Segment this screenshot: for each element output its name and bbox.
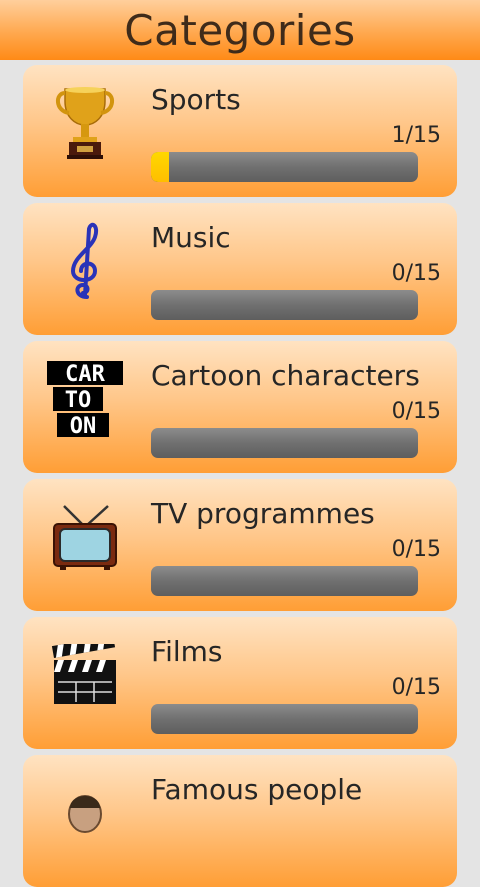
progress-count: 0/15 — [391, 675, 441, 700]
progress-bar — [151, 152, 418, 182]
television-icon — [45, 497, 125, 577]
clapperboard-icon — [45, 635, 125, 715]
person-icon — [45, 773, 125, 853]
progress-bar — [151, 428, 418, 458]
category-label: TV programmes — [151, 497, 375, 530]
progress-count: 0/15 — [391, 261, 441, 286]
progress-bar — [151, 566, 418, 596]
progress-count: 1/15 — [391, 123, 441, 148]
category-label: Sports — [151, 83, 241, 116]
treble-clef-icon — [45, 221, 125, 301]
category-item-films[interactable]: Films 0/15 — [23, 617, 457, 749]
trophy-icon — [45, 83, 125, 163]
category-label: Cartoon characters — [151, 359, 420, 392]
progress-count: 0/15 — [391, 537, 441, 562]
category-item-famous-people[interactable]: Famous people — [23, 755, 457, 887]
title-bar: Categories — [0, 0, 480, 60]
svg-text:CAR: CAR — [65, 362, 105, 387]
progress-count: 0/15 — [391, 399, 441, 424]
category-item-tv-programmes[interactable]: TV programmes 0/15 — [23, 479, 457, 611]
progress-fill — [151, 152, 169, 182]
category-item-music[interactable]: Music 0/15 — [23, 203, 457, 335]
svg-text:TO: TO — [65, 388, 92, 413]
progress-bar — [151, 290, 418, 320]
svg-text:ON: ON — [70, 414, 97, 437]
category-item-sports[interactable]: Sports 1/15 — [23, 65, 457, 197]
cartoon-icon: CAR TO ON — [45, 359, 125, 439]
category-label: Music — [151, 221, 231, 254]
category-item-cartoon-characters[interactable]: CAR TO ON Cartoon characters 0/15 — [23, 341, 457, 473]
category-label: Films — [151, 635, 223, 668]
progress-bar — [151, 704, 418, 734]
page-title: Categories — [124, 6, 356, 55]
category-label: Famous people — [151, 773, 363, 806]
